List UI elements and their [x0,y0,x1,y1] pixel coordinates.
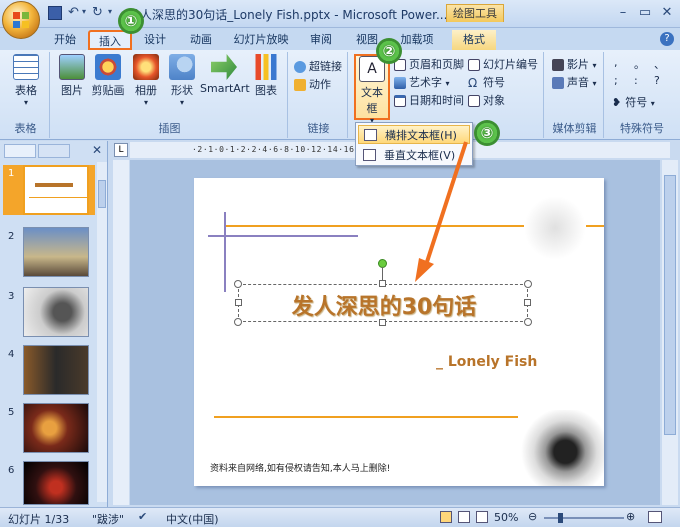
step-marker-3: ③ [474,120,500,146]
instruction-arrow [415,141,468,282]
arrow-head [415,258,434,282]
arrow-shaft [423,141,468,269]
step-marker-1: ① [118,8,144,34]
step-marker-2: ② [376,38,402,64]
